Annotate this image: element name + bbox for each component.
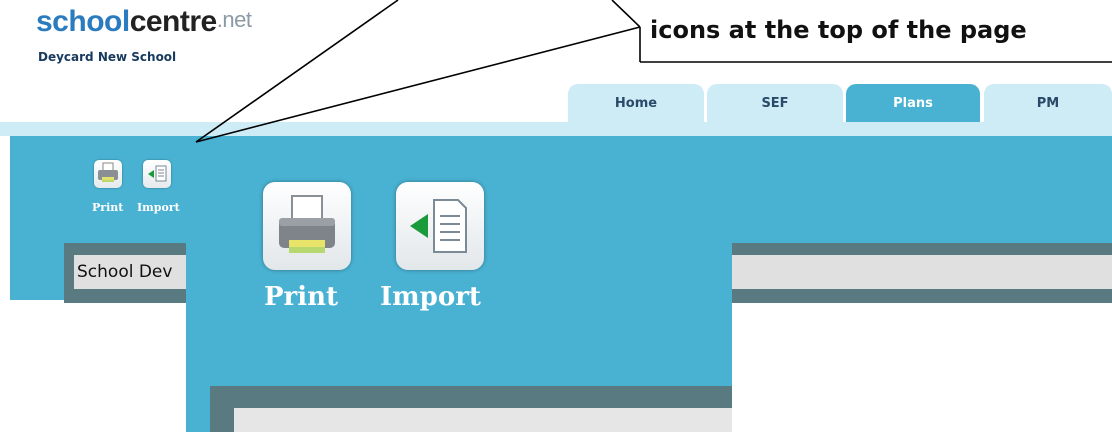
callout-pointer	[195, 0, 1112, 143]
